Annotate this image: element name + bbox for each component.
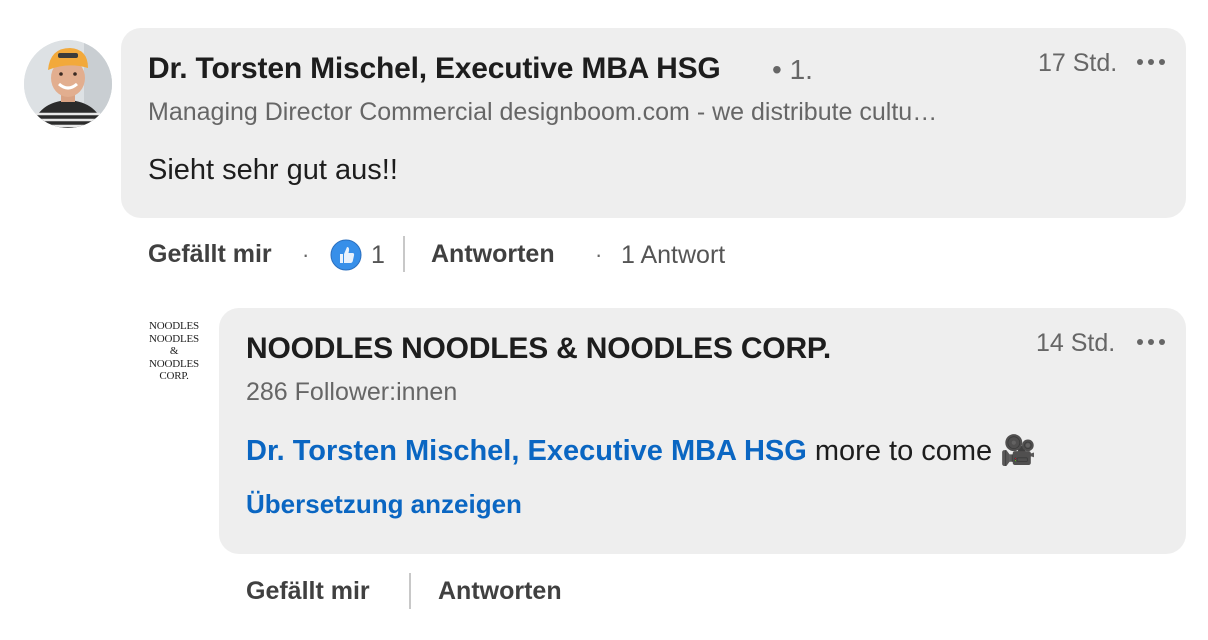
reply-count[interactable]: 1 Antwort [621,241,725,270]
more-icon[interactable] [1137,332,1167,352]
logo-line: CORP. [159,370,189,382]
avatar-photo [24,40,112,128]
reply-author-name[interactable]: NOODLES NOODLES & NOODLES CORP. [246,332,831,366]
author-headline: Managing Director Commercial designboom.… [148,98,938,126]
logo-line: NOODLES [149,320,199,332]
logo-line: NOODLES [149,332,199,345]
mention-link[interactable]: Dr. Torsten Mischel, Executive MBA HSG [246,435,807,467]
reply-text-content: more to come 🎥 [806,435,1037,467]
reply-button[interactable]: Antworten [431,240,555,269]
reply-timestamp: 14 Std. [1036,329,1116,357]
action-divider [409,573,411,609]
translate-link[interactable]: Übersetzung anzeigen [246,489,522,520]
like-reaction-icon[interactable] [330,239,362,271]
reply-button[interactable]: Antworten [438,577,562,606]
comment-author-name[interactable]: Dr. Torsten Mischel, Executive MBA HSG [148,52,721,86]
like-button[interactable]: Gefällt mir [246,577,370,606]
comments-thread: Dr. Torsten Mischel, Executive MBA HSG •… [0,0,1208,640]
follower-count: 286 Follower:innen [246,378,458,406]
action-divider [403,236,405,272]
separator-dot: · [302,242,310,267]
logo-line: NOODLES [149,357,199,370]
like-button[interactable]: Gefällt mir [148,240,272,269]
connection-degree: • 1. [772,54,813,85]
more-icon[interactable] [1137,52,1167,72]
reply-text: Dr. Torsten Mischel, Executive MBA HSG m… [246,434,1036,468]
logo-line: & [169,345,179,357]
comment-timestamp: 17 Std. [1038,49,1118,77]
avatar[interactable] [24,40,112,128]
comment-text: Sieht sehr gut aus!! [148,154,398,186]
company-logo[interactable]: NOODLES NOODLES & NOODLES CORP. [140,320,208,390]
separator-dot: · [595,242,603,267]
reaction-count[interactable]: 1 [371,241,385,270]
